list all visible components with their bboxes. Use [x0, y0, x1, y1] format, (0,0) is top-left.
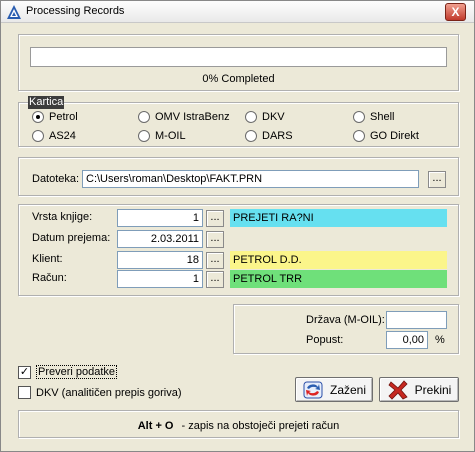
radio-label: M-OIL	[155, 130, 186, 142]
shortcut-hint: Alt + O - zapis na obstoječi prejeti raču…	[1, 420, 475, 432]
datum-prejema-browse-button[interactable]: ...	[206, 231, 224, 248]
shortcut-text: - zapis na obstoječi prejeti račun	[181, 420, 340, 432]
radio-label: OMV IstraBenz	[155, 111, 230, 123]
popust-label: Popust:	[306, 334, 344, 346]
radio-label: AS24	[49, 130, 76, 142]
kartica-legend: Kartica	[28, 96, 65, 109]
progress-text: 0% Completed	[202, 73, 275, 85]
radio-dkv[interactable]: DKV	[245, 111, 285, 123]
radio-label: GO Direkt	[370, 130, 419, 142]
racun-info: PETROL TRR	[230, 270, 447, 288]
radio-selected-icon	[32, 111, 44, 123]
title-bar[interactable]: Processing Records X	[1, 1, 474, 23]
processing-window: Processing Records X 0% Completed Kartic…	[0, 0, 475, 452]
radio-icon	[32, 130, 44, 142]
prekini-label: Prekini	[414, 382, 452, 397]
zazeni-button[interactable]: Zaženi	[295, 377, 373, 402]
klient-info: PETROL D.D.	[230, 251, 447, 269]
close-button[interactable]: X	[445, 3, 466, 21]
window-title: Processing Records	[26, 5, 125, 17]
radio-icon	[138, 130, 150, 142]
popust-input[interactable]: 0,00	[386, 331, 428, 349]
radio-label: Petrol	[49, 111, 78, 123]
drzava-label: Država (M-OIL):	[306, 314, 385, 326]
app-logo-icon	[7, 5, 21, 19]
klient-label: Klient:	[32, 253, 63, 265]
progress-bar	[30, 47, 447, 67]
radio-icon	[245, 130, 257, 142]
drzava-input[interactable]	[386, 311, 447, 329]
datum-prejema-label: Datum prejema:	[32, 232, 111, 244]
radio-shell[interactable]: Shell	[353, 111, 394, 123]
radio-icon	[353, 111, 365, 123]
radio-icon	[353, 130, 365, 142]
shortcut-key: Alt + O	[137, 420, 174, 432]
checkbox-icon	[18, 386, 31, 399]
radio-m-oil[interactable]: M-OIL	[138, 130, 186, 142]
datoteka-browse-button[interactable]: ...	[428, 171, 446, 188]
refresh-icon	[303, 381, 323, 398]
checkbox-checked-icon: ✓	[18, 365, 31, 379]
percent-sign: %	[435, 334, 445, 346]
checkbox-label: DKV (analitičen prepis goriva)	[36, 386, 182, 399]
vrsta-knjige-browse-button[interactable]: ...	[206, 210, 224, 227]
radio-label: Shell	[370, 111, 395, 123]
zazeni-label: Zaženi	[329, 382, 367, 397]
vrsta-knjige-info: PREJETI RA?NI	[230, 209, 447, 227]
radio-icon	[245, 111, 257, 123]
radio-label: DARS	[262, 130, 293, 142]
vrsta-knjige-label: Vrsta knjige:	[32, 211, 93, 223]
preveri-podatke-checkbox[interactable]: ✓ Preveri podatke	[18, 365, 118, 379]
radio-as24[interactable]: AS24	[32, 130, 76, 142]
datum-prejema-input[interactable]: 2.03.2011	[117, 230, 203, 248]
radio-icon	[138, 111, 150, 123]
vrsta-knjige-input[interactable]: 1	[117, 209, 203, 227]
radio-dars[interactable]: DARS	[245, 130, 293, 142]
klient-input[interactable]: 18	[117, 251, 203, 269]
racun-input[interactable]: 1	[117, 270, 203, 288]
radio-omv-istrabenz[interactable]: OMV IstraBenz	[138, 111, 230, 123]
datoteka-label: Datoteka:	[32, 173, 80, 185]
radio-go-direkt[interactable]: GO Direkt	[353, 130, 419, 142]
racun-browse-button[interactable]: ...	[206, 271, 224, 288]
checkbox-label: Preveri podatke	[36, 365, 118, 379]
radio-petrol[interactable]: Petrol	[32, 111, 78, 123]
radio-label: DKV	[262, 111, 285, 123]
klient-browse-button[interactable]: ...	[206, 252, 224, 269]
cancel-x-icon	[388, 379, 408, 400]
datoteka-path-input[interactable]: C:\Users\roman\Desktop\FAKT.PRN	[82, 170, 419, 188]
dkv-analiticen-checkbox[interactable]: DKV (analitičen prepis goriva)	[18, 386, 182, 399]
prekini-button[interactable]: Prekini	[379, 377, 459, 402]
racun-label: Račun:	[32, 272, 67, 284]
